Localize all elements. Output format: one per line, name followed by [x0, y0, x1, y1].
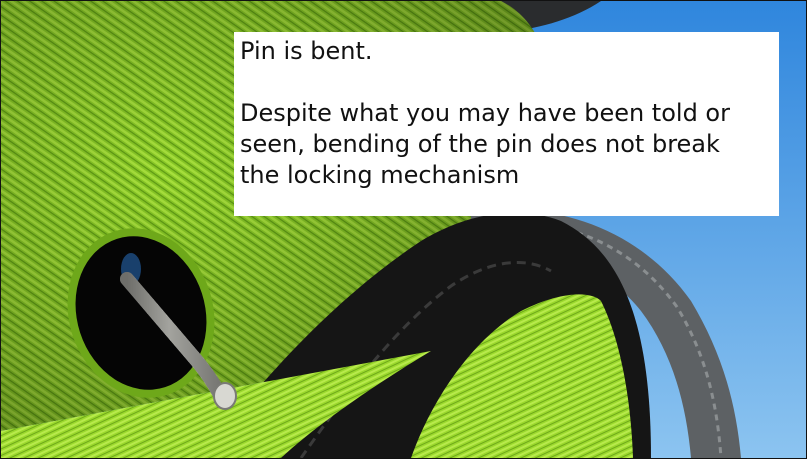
caption-line-4: the locking mechanism — [240, 161, 520, 189]
caption-line-3: seen, bending of the pin does not break — [240, 130, 720, 158]
caption-box: Pin is bent. Despite what you may have b… — [234, 32, 779, 216]
caption-line-1: Pin is bent. — [240, 37, 373, 65]
slide-frame: Pin is bent. Despite what you may have b… — [0, 0, 807, 459]
caption-line-2: Despite what you may have been told or — [240, 99, 730, 127]
